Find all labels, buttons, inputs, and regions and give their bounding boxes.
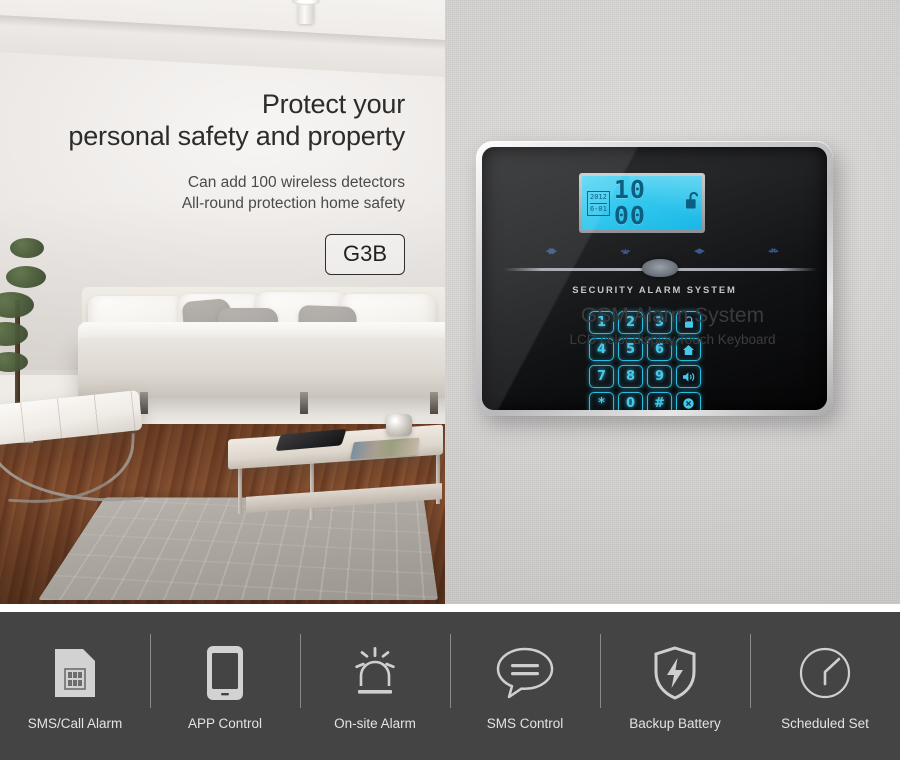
indicator-signal-icon: ◂●▸ bbox=[693, 247, 705, 255]
key-0[interactable]: 0 bbox=[618, 392, 643, 410]
sofa-leg bbox=[300, 392, 308, 414]
key-9[interactable]: 9 bbox=[647, 365, 672, 388]
feature-backup-battery[interactable]: Backup Battery bbox=[600, 612, 750, 760]
decorative-vase bbox=[386, 414, 412, 436]
product-title: GSM Alarm System bbox=[580, 304, 765, 327]
feature-app-control[interactable]: APP Control bbox=[150, 612, 300, 760]
indicator-disarm-icon: ◂✖▸ bbox=[768, 247, 779, 255]
feature-label: Backup Battery bbox=[629, 715, 721, 731]
lcd-month-day: 6-01 bbox=[590, 204, 607, 213]
siren-icon bbox=[346, 645, 404, 701]
table-leg bbox=[310, 462, 314, 520]
product-banner: Protect your personal safety and propert… bbox=[0, 0, 900, 760]
device-brand-text: SECURITY ALARM SYSTEM bbox=[572, 284, 737, 295]
headline-line-2: personal safety and property bbox=[68, 121, 405, 151]
unlock-icon bbox=[685, 191, 702, 215]
top-section: Protect your personal safety and propert… bbox=[0, 0, 900, 604]
ceiling-downlight-icon bbox=[292, 0, 320, 24]
feature-sms-call-alarm[interactable]: SMS/Call Alarm bbox=[0, 612, 150, 760]
key-asterisk[interactable]: * bbox=[589, 392, 614, 410]
subline-1: Can add 100 wireless detectors bbox=[187, 174, 405, 191]
lcd-time: 10 00 bbox=[613, 176, 646, 230]
plant-leaf bbox=[6, 266, 46, 288]
device-face: 2012 6-01 10 00 ◂■▸ ◂▲▸ ◂●▸ ◂✖▸ SECURITY… bbox=[482, 147, 827, 410]
feature-bar: SMS/Call Alarm APP Control On-site Alarm… bbox=[0, 612, 900, 760]
key-8[interactable]: 8 bbox=[618, 365, 643, 388]
model-badge: G3B bbox=[324, 234, 405, 275]
headline-block: Protect your personal safety and propert… bbox=[68, 88, 405, 275]
indicator-arm-icon: ◂■▸ bbox=[545, 247, 558, 255]
sofa-leg bbox=[140, 392, 148, 414]
sofa-base bbox=[78, 338, 445, 398]
lcd-screen-frame: 2012 6-01 10 00 bbox=[579, 173, 705, 233]
speech-bubble-icon bbox=[495, 645, 555, 701]
key-disarm-icon[interactable] bbox=[676, 392, 701, 410]
headline-line-1: Protect your bbox=[261, 89, 405, 119]
feature-scheduled-set[interactable]: Scheduled Set bbox=[750, 612, 900, 760]
alarm-panel-device: 2012 6-01 10 00 ◂■▸ ◂▲▸ ◂●▸ ◂✖▸ SECURITY… bbox=[476, 141, 833, 416]
lcd-date-block: 2012 6-01 bbox=[587, 190, 610, 216]
feature-label: Scheduled Set bbox=[781, 715, 869, 731]
sim-card-icon bbox=[53, 645, 97, 701]
living-room-photo: Protect your personal safety and propert… bbox=[0, 0, 445, 604]
key-hash[interactable]: # bbox=[647, 392, 672, 410]
feature-label: APP Control bbox=[187, 715, 263, 731]
sofa-leg bbox=[430, 392, 438, 414]
feature-on-site-alarm[interactable]: On-site Alarm bbox=[300, 612, 450, 760]
key-7[interactable]: 7 bbox=[589, 365, 614, 388]
product-caption: GSM Alarm System LCD color display,Touch… bbox=[445, 303, 900, 348]
lcd-screen: 2012 6-01 10 00 bbox=[582, 176, 702, 230]
lcd-year: 2012 bbox=[590, 193, 607, 204]
feature-label: SMS/Call Alarm bbox=[27, 715, 123, 731]
indicator-home-icon: ◂▲▸ bbox=[620, 247, 630, 255]
status-indicator-row: ◂■▸ ◂▲▸ ◂●▸ ◂✖▸ bbox=[542, 247, 782, 256]
plant-leaf bbox=[10, 238, 44, 258]
product-subtitle: LCD color display,Touch Keyboard bbox=[569, 332, 776, 347]
feature-label: SMS Control bbox=[486, 715, 564, 731]
subline-2: All-round protection home safety bbox=[181, 195, 405, 212]
feature-label: On-site Alarm bbox=[334, 715, 416, 731]
feature-sms-control[interactable]: SMS Control bbox=[450, 612, 600, 760]
product-photo-pane: 2012 6-01 10 00 ◂■▸ ◂▲▸ ◂●▸ ◂✖▸ SECURITY… bbox=[445, 0, 900, 604]
clock-icon bbox=[798, 645, 852, 701]
smartphone-icon bbox=[205, 645, 245, 701]
telephone-icon bbox=[642, 259, 678, 277]
shield-battery-icon bbox=[653, 645, 697, 701]
key-speaker-icon[interactable] bbox=[676, 365, 701, 388]
